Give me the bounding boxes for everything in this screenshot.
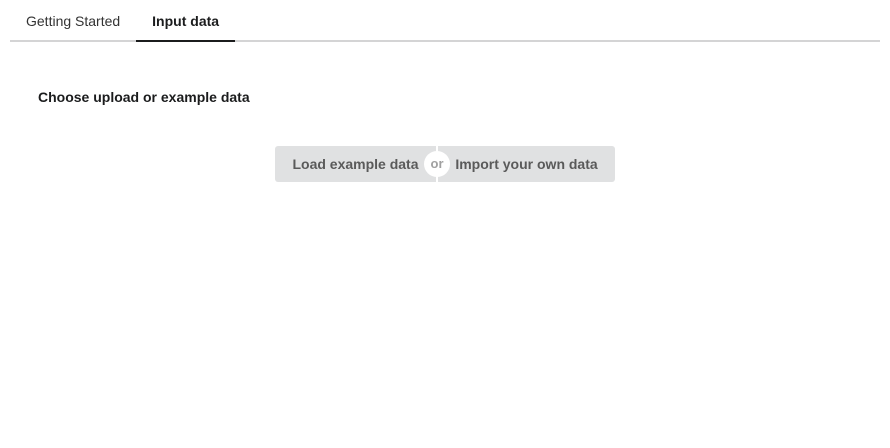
app-root: Getting Started Input data Choose upload… [0, 0, 890, 448]
tab-bar: Getting Started Input data [10, 0, 880, 42]
tab-input-data[interactable]: Input data [136, 0, 235, 42]
data-source-button-group: Load example data or Import your own dat… [275, 146, 615, 182]
or-label: or [424, 151, 450, 177]
or-divider: or [424, 146, 450, 182]
tab-getting-started[interactable]: Getting Started [10, 0, 136, 40]
section-heading: Choose upload or example data [38, 89, 250, 105]
import-own-data-button[interactable]: Import your own data [438, 146, 615, 182]
load-example-data-button[interactable]: Load example data [275, 146, 436, 182]
